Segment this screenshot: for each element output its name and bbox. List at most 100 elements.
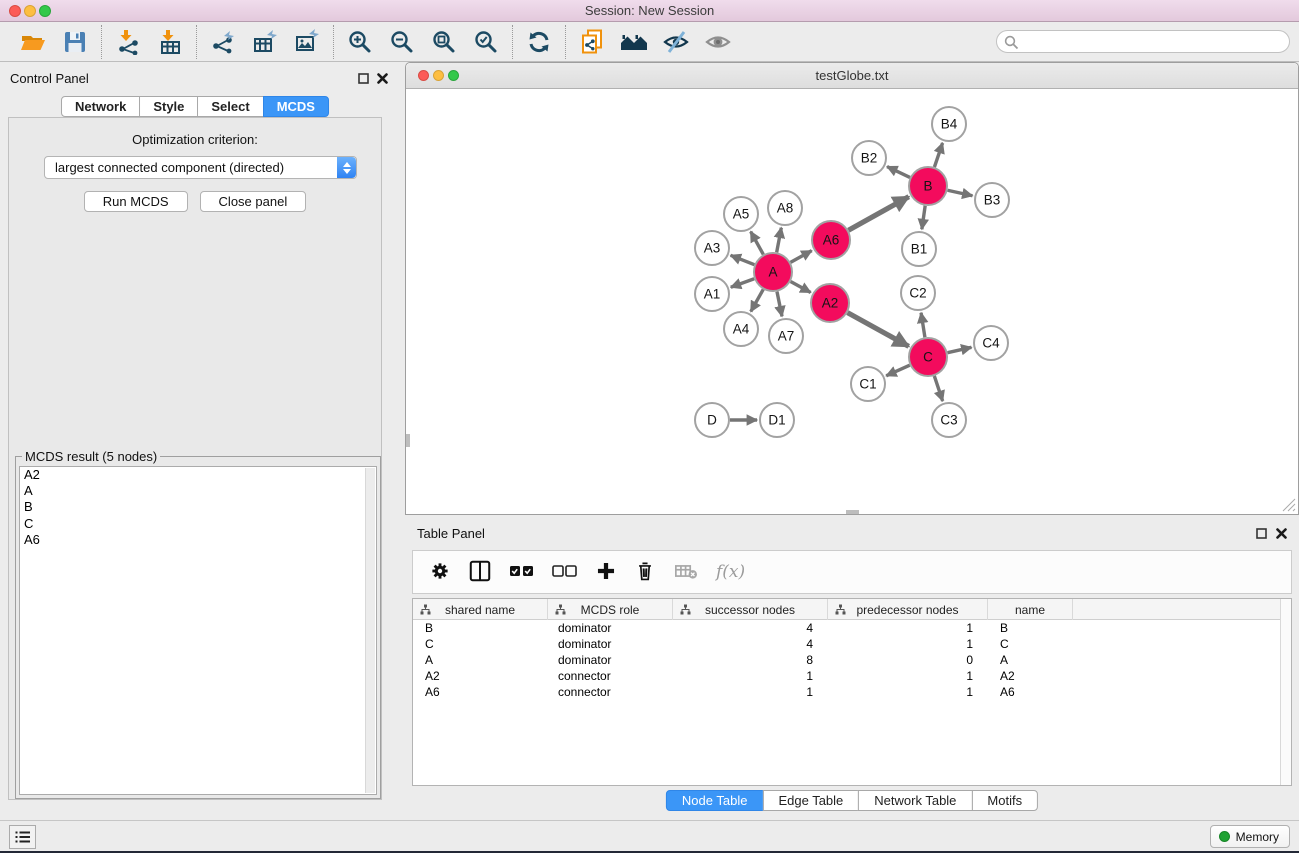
cell[interactable]: dominator: [548, 636, 673, 652]
cell[interactable]: dominator: [548, 620, 673, 636]
home-button[interactable]: [613, 24, 655, 60]
cell[interactable]: A6: [988, 684, 1073, 700]
graph-node-A6[interactable]: A6: [812, 221, 850, 259]
table-settings-button[interactable]: [429, 560, 451, 585]
cell[interactable]: dominator: [548, 652, 673, 668]
cell[interactable]: 1: [828, 684, 988, 700]
float-panel-button[interactable]: [1254, 526, 1268, 540]
column-header-shared-name[interactable]: shared name: [413, 599, 548, 620]
cell[interactable]: 1: [828, 668, 988, 684]
table-row-c[interactable]: Cdominator41C: [413, 636, 1280, 652]
table-row-a[interactable]: Adominator80A: [413, 652, 1280, 668]
graph-edge-C-C4[interactable]: [948, 347, 972, 352]
cell[interactable]: B: [413, 620, 548, 636]
horizontal-scroll-thumb[interactable]: [846, 510, 859, 514]
cell[interactable]: 8: [673, 652, 828, 668]
graph-node-C[interactable]: C: [909, 338, 947, 376]
optimization-criterion-select[interactable]: largest connected component (directed): [44, 156, 357, 179]
graph-node-B4[interactable]: B4: [932, 107, 966, 141]
zoom-in-button[interactable]: [339, 24, 381, 60]
graph-node-C3[interactable]: C3: [932, 403, 966, 437]
resize-grip-icon[interactable]: [1280, 496, 1296, 512]
table-scrollbar[interactable]: [1280, 599, 1291, 785]
zoom-fit-button[interactable]: [423, 24, 465, 60]
mcds-result-item-b[interactable]: B: [20, 499, 376, 515]
import-network-button[interactable]: [107, 24, 149, 60]
graph-edge-B-B4[interactable]: [934, 143, 942, 167]
export-table-button[interactable]: [244, 24, 286, 60]
cell[interactable]: A6: [413, 684, 548, 700]
column-header-name[interactable]: name: [988, 599, 1073, 620]
table-row-a6[interactable]: A6connector11A6: [413, 684, 1280, 700]
show-all-columns-button[interactable]: [509, 564, 535, 581]
cell[interactable]: 1: [673, 668, 828, 684]
tab-select[interactable]: Select: [197, 96, 263, 117]
zoom-out-button[interactable]: [381, 24, 423, 60]
split-table-button[interactable]: [468, 559, 492, 586]
graph-edge-A-A5[interactable]: [751, 232, 764, 255]
close-panel-button[interactable]: Close panel: [200, 191, 307, 212]
graph-edge-A6-B[interactable]: [848, 197, 908, 231]
zoom-selected-button[interactable]: [465, 24, 507, 60]
mcds-result-item-c[interactable]: C: [20, 516, 376, 532]
graph-node-C2[interactable]: C2: [901, 276, 935, 310]
graph-node-A1[interactable]: A1: [695, 277, 729, 311]
mcds-result-list[interactable]: A2ABCA6: [19, 466, 377, 795]
memory-button[interactable]: Memory: [1210, 825, 1290, 848]
cell[interactable]: 1: [828, 636, 988, 652]
close-panel-button[interactable]: [1274, 526, 1288, 540]
close-panel-button[interactable]: [375, 71, 389, 85]
vertical-scroll-thumb[interactable]: [406, 434, 410, 447]
mcds-result-item-a2[interactable]: A2: [20, 467, 376, 483]
hide-graphics-details-button[interactable]: [655, 24, 697, 60]
task-history-button[interactable]: [9, 825, 36, 849]
cell[interactable]: 1: [673, 684, 828, 700]
open-file-button[interactable]: [12, 24, 54, 60]
graph-edge-A-A4[interactable]: [751, 289, 763, 311]
cell[interactable]: 4: [673, 620, 828, 636]
search-input[interactable]: [996, 30, 1290, 53]
tab-edge-table[interactable]: Edge Table: [762, 790, 859, 811]
delete-columns-button[interactable]: [634, 559, 656, 586]
graph-edge-A2-C[interactable]: [848, 313, 909, 347]
float-panel-button[interactable]: [356, 71, 370, 85]
graph-edge-B-B3[interactable]: [948, 190, 973, 195]
cell[interactable]: connector: [548, 668, 673, 684]
graph-node-B[interactable]: B: [909, 167, 947, 205]
graph-node-A7[interactable]: A7: [769, 319, 803, 353]
graph-node-A8[interactable]: A8: [768, 191, 802, 225]
run-mcds-button[interactable]: Run MCDS: [84, 191, 188, 212]
tab-network[interactable]: Network: [61, 96, 140, 117]
network-canvas[interactable]: AA1A2A3A4A5A6A7A8BB1B2B3B4CC1C2C3C4DD1: [406, 90, 1298, 514]
network-window-titlebar[interactable]: testGlobe.txt: [406, 63, 1298, 89]
cell[interactable]: B: [988, 620, 1073, 636]
refresh-button[interactable]: [518, 24, 560, 60]
graph-edge-C-C3[interactable]: [934, 376, 942, 401]
cell[interactable]: A: [988, 652, 1073, 668]
table-row-b[interactable]: Bdominator41B: [413, 620, 1280, 636]
tab-network-table[interactable]: Network Table: [858, 790, 972, 811]
graph-node-B1[interactable]: B1: [902, 232, 936, 266]
graph-edge-A-A8[interactable]: [777, 228, 782, 253]
table-row-a2[interactable]: A2connector11A2: [413, 668, 1280, 684]
tab-motifs[interactable]: Motifs: [971, 790, 1038, 811]
cell[interactable]: connector: [548, 684, 673, 700]
cell[interactable]: C: [413, 636, 548, 652]
export-image-button[interactable]: [286, 24, 328, 60]
cell[interactable]: 4: [673, 636, 828, 652]
graph-edge-C-C2[interactable]: [921, 313, 925, 337]
delete-table-button[interactable]: [673, 560, 699, 585]
graph-node-A2[interactable]: A2: [811, 284, 849, 322]
graph-node-C1[interactable]: C1: [851, 367, 885, 401]
column-header-MCDS-role[interactable]: MCDS role: [548, 599, 673, 620]
graph-node-B2[interactable]: B2: [852, 141, 886, 175]
create-column-button[interactable]: [595, 560, 617, 585]
graph-node-A[interactable]: A: [754, 253, 792, 291]
save-session-button[interactable]: [54, 24, 96, 60]
column-header-predecessor-nodes[interactable]: predecessor nodes: [828, 599, 988, 620]
tab-mcds[interactable]: MCDS: [263, 96, 329, 117]
graph-edge-B-B2[interactable]: [887, 167, 910, 178]
function-builder-button[interactable]: f(x): [716, 562, 745, 582]
graph-node-A4[interactable]: A4: [724, 312, 758, 346]
new-network-from-selection-button[interactable]: [571, 24, 613, 60]
